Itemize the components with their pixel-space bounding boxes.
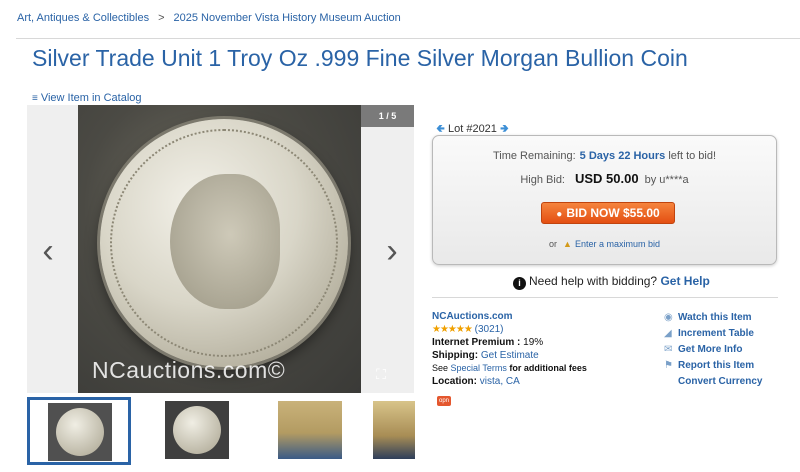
expand-icon[interactable]: ⛶ bbox=[371, 364, 391, 384]
chevron-left-icon[interactable]: ‹ bbox=[35, 233, 61, 269]
image-gallery: NCauctions.com© 1 / 5 ‹ › ⛶ bbox=[27, 105, 414, 393]
location-link[interactable]: vista, CA bbox=[480, 376, 520, 387]
view-catalog-link[interactable]: ≡ View Item in Catalog bbox=[32, 92, 142, 104]
thumbnail-1[interactable] bbox=[27, 397, 131, 465]
eye-icon: ◉ bbox=[664, 312, 673, 323]
breadcrumb: Art, Antiques & Collectibles >2025 Novemb… bbox=[17, 12, 401, 24]
thumbnail-3[interactable] bbox=[259, 397, 363, 465]
high-bidder: by u****a bbox=[644, 174, 689, 186]
gavel-icon: ● bbox=[556, 209, 563, 220]
bidding-help: i Need help with bidding? Get Help bbox=[513, 274, 710, 290]
item-actions: ◉ Watch this Item ◢ Increment Table ✉ Get M… bbox=[664, 310, 762, 390]
rating-stars: ★★★★★ bbox=[432, 324, 473, 335]
breadcrumb-link-auction[interactable]: 2025 November Vista History Museum Aucti… bbox=[174, 12, 401, 24]
seller-badge: opn bbox=[437, 396, 451, 406]
bid-now-button[interactable]: ● BID NOW $55.00 bbox=[541, 202, 675, 224]
breadcrumb-separator: > bbox=[158, 12, 165, 24]
increment-table-link[interactable]: ◢ Increment Table bbox=[664, 326, 762, 342]
lot-number: Lot #2021 bbox=[447, 123, 497, 135]
max-bid-link[interactable]: Enter a maximum bid bbox=[575, 239, 660, 249]
convert-currency-link[interactable]: Convert Currency bbox=[664, 374, 762, 390]
photo-watermark: NCauctions.com© bbox=[92, 357, 286, 383]
max-bid-row: or ▲ Enter a maximum bid bbox=[549, 239, 660, 249]
next-lot-icon[interactable]: 🢂 bbox=[500, 123, 509, 135]
header-divider bbox=[16, 38, 800, 39]
mail-icon: ✉ bbox=[664, 344, 673, 355]
prev-lot-icon[interactable]: 🢀 bbox=[436, 123, 445, 135]
premium-value: 19% bbox=[523, 337, 544, 348]
info-icon: i bbox=[513, 277, 526, 290]
coin-image bbox=[100, 119, 348, 367]
get-help-link[interactable]: Get Help bbox=[660, 274, 709, 288]
chart-icon: ◢ bbox=[664, 328, 672, 339]
main-photo[interactable]: NCauctions.com© bbox=[78, 105, 361, 393]
list-icon: ≡ bbox=[32, 93, 38, 104]
report-item-link[interactable]: ⚑ Report this Item bbox=[664, 358, 762, 374]
special-terms-link[interactable]: Special Terms bbox=[451, 363, 507, 373]
seller-name-link[interactable]: NCAuctions.com bbox=[432, 311, 513, 322]
thumbnail-2[interactable] bbox=[146, 397, 250, 465]
thumbnail-4[interactable] bbox=[354, 397, 415, 465]
chevron-right-icon[interactable]: › bbox=[379, 233, 405, 269]
bid-panel: Time Remaining: 5 Days 22 Hours left to b… bbox=[432, 135, 777, 265]
panel-divider bbox=[432, 297, 778, 298]
breadcrumb-link-category[interactable]: Art, Antiques & Collectibles bbox=[17, 12, 149, 24]
watch-item-link[interactable]: ◉ Watch this Item bbox=[664, 310, 762, 326]
rating-count[interactable]: (3021) bbox=[475, 324, 504, 335]
view-catalog-label: View Item in Catalog bbox=[40, 92, 142, 104]
thumbnail-strip bbox=[27, 397, 417, 467]
page-title: Silver Trade Unit 1 Troy Oz .999 Fine Si… bbox=[32, 45, 688, 71]
time-remaining: Time Remaining: 5 Days 22 Hours left to b… bbox=[492, 150, 717, 162]
high-bid: High Bid: USD 50.00 by u****a bbox=[520, 171, 689, 186]
more-info-link[interactable]: ✉ Get More Info bbox=[664, 342, 762, 358]
seller-info: NCAuctions.com ★★★★★ (3021) Internet Pre… bbox=[432, 311, 587, 387]
arrow-up-icon: ▲ bbox=[563, 239, 572, 249]
high-bid-amount: USD 50.00 bbox=[575, 171, 639, 186]
photo-counter: 1 / 5 bbox=[361, 105, 414, 127]
flag-icon: ⚑ bbox=[664, 360, 673, 371]
time-remaining-value: 5 Days 22 Hours bbox=[579, 150, 666, 162]
shipping-estimate-link[interactable]: Get Estimate bbox=[481, 350, 539, 361]
